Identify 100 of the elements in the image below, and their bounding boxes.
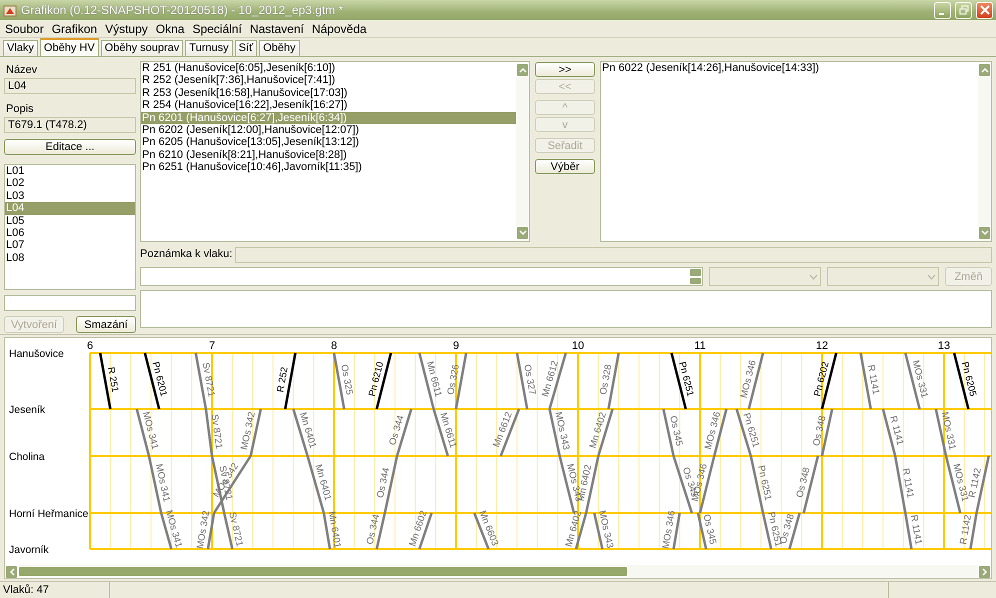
minimize-button[interactable] bbox=[934, 2, 951, 18]
list-item[interactable]: L08 bbox=[5, 252, 135, 264]
tab[interactable]: Síť bbox=[234, 40, 258, 56]
scroll-left-button[interactable] bbox=[5, 564, 18, 578]
input-field[interactable] bbox=[4, 295, 136, 311]
scroll-right-button[interactable] bbox=[978, 564, 991, 578]
list-item[interactable]: Pn 6022 (Jeseník[14:26],Hanušovice[14:33]) bbox=[601, 62, 978, 74]
menu-item[interactable]: Nápověda bbox=[308, 20, 371, 38]
train-label: Mn 6401 bbox=[312, 463, 334, 502]
app-icon bbox=[3, 3, 17, 17]
hour-label: 7 bbox=[208, 340, 216, 352]
hour-label: 10 bbox=[572, 340, 584, 352]
name-field[interactable]: L04 bbox=[4, 78, 136, 94]
train-label: Os 327 bbox=[521, 364, 538, 396]
train-label: R 1141 bbox=[887, 414, 906, 446]
train-label: R 1141 bbox=[865, 364, 882, 396]
list-button[interactable]: Výběr bbox=[535, 159, 595, 174]
train-note-field[interactable] bbox=[235, 246, 992, 262]
menu-item[interactable]: Okna bbox=[152, 20, 188, 38]
train-label: MOs 343 bbox=[596, 509, 616, 550]
dropdown[interactable] bbox=[827, 267, 939, 286]
train-label: R 251 bbox=[104, 366, 120, 394]
scroll-up-button[interactable] bbox=[516, 63, 529, 77]
train-label: MOs 346 bbox=[702, 410, 724, 451]
train-label: MOs 342 bbox=[194, 510, 212, 550]
train-label: MOs 331 bbox=[910, 359, 930, 400]
train-label: Os 328 bbox=[598, 364, 614, 396]
train-label: R 252 bbox=[275, 366, 291, 394]
station-label: Hanušovice bbox=[9, 348, 64, 360]
scroll-up-button[interactable] bbox=[978, 63, 991, 77]
train-label: Mn 6611 bbox=[437, 411, 458, 450]
menu-item[interactable]: Nastavení bbox=[246, 20, 308, 38]
list-item[interactable]: R 254 (Hanušovice[16:22],Jeseník[16:27]) bbox=[141, 99, 516, 112]
circulation-list[interactable]: L01 L02 L03 L04 L05 L06 L07 L08 bbox=[4, 164, 136, 290]
field-label: Popis bbox=[6, 103, 35, 116]
train-note-label: Poznámka k vlaku: bbox=[140, 247, 232, 262]
description-field[interactable]: T679.1 (T478.2) bbox=[4, 117, 136, 133]
window-title: Grafikon (0.12-SNAPSHOT-20120518) - 10_2012_ep3.gtm * bbox=[21, 2, 344, 19]
caret-icon bbox=[927, 274, 936, 280]
assigned-train-list[interactable]: Pn 6022 (Jeseník[14:26],Hanušovice[14:33]) bbox=[600, 61, 992, 242]
close-button[interactable] bbox=[976, 2, 993, 18]
tab[interactable]: Oběhy bbox=[259, 40, 300, 56]
station-label: Jeseník bbox=[9, 404, 46, 416]
tab[interactable]: Turnusy bbox=[185, 40, 233, 56]
train-label: Pn 6251 bbox=[755, 464, 774, 502]
train-label: Mn 6602 bbox=[407, 509, 430, 548]
train-label: Os 345 bbox=[667, 414, 684, 448]
list-item[interactable]: R 252 (Jeseník[7:36],Hanušovice[7:41]) bbox=[141, 74, 516, 87]
train-label: R 1141 bbox=[900, 467, 916, 499]
edit-button[interactable]: Editace ... bbox=[4, 139, 136, 155]
list-item[interactable]: Pn 6251 (Hanušovice[10:46],Javorník[11:35]) bbox=[141, 161, 516, 174]
tab[interactable]: Oběhy HV bbox=[40, 38, 99, 56]
list-item[interactable]: L02 bbox=[5, 177, 135, 190]
available-train-list[interactable] bbox=[140, 61, 530, 242]
train-label: Mn 6401 bbox=[326, 510, 343, 549]
train-label: Os 344 bbox=[364, 513, 382, 546]
list-item[interactable]: L05 bbox=[5, 214, 135, 227]
menu-item[interactable]: Speciální bbox=[188, 20, 246, 38]
status-text: Vlaků: 47 bbox=[0, 582, 110, 598]
list-item[interactable]: R 251 (Hanušovice[6:05],Jeseník[6:10]) bbox=[141, 62, 516, 74]
train-label: MOs 341 bbox=[153, 462, 172, 503]
list-item[interactable]: Pn 6210 (Jeseník[8:21],Hanušovice[8:28]) bbox=[141, 148, 516, 162]
tab[interactable]: Oběhy souprav bbox=[100, 40, 184, 56]
delete-button[interactable]: Smazání bbox=[76, 316, 136, 333]
train-label: Mn 6612 bbox=[491, 410, 515, 449]
hour-label: 11 bbox=[694, 340, 706, 352]
scroll-down-button[interactable] bbox=[978, 226, 991, 240]
list-item[interactable]: L01 bbox=[5, 165, 135, 178]
text-area[interactable] bbox=[140, 290, 992, 328]
dropdown[interactable] bbox=[709, 267, 821, 286]
spin-down-button[interactable] bbox=[689, 276, 702, 285]
train-label: Mn 6401 bbox=[297, 411, 318, 450]
list-item[interactable]: L03 bbox=[5, 190, 135, 202]
caret-icon bbox=[809, 274, 818, 280]
train-label: Mn 6402 bbox=[588, 411, 609, 450]
list-item[interactable]: Pn 6205 (Hanušovice[13:05],Jeseník[13:12]) bbox=[141, 136, 516, 149]
list-item[interactable]: L06 bbox=[5, 226, 135, 240]
menu-item[interactable]: Výstupy bbox=[101, 20, 152, 38]
list-item[interactable]: R 253 (Jeseník[16:58],Hanušovice[17:03]) bbox=[141, 86, 516, 100]
train-label: Pn 6202 bbox=[812, 360, 832, 398]
train-label: MOs 346 bbox=[738, 359, 759, 400]
menu-item[interactable]: Grafikon bbox=[48, 20, 102, 38]
spin-up-button[interactable] bbox=[689, 268, 702, 276]
scroll-down-button[interactable] bbox=[516, 226, 529, 240]
train-label: Os 326 bbox=[446, 364, 462, 396]
train-label: Pn 6210 bbox=[366, 360, 386, 398]
list-button[interactable]: >> bbox=[535, 62, 595, 77]
list-item[interactable]: L07 bbox=[5, 239, 135, 252]
menu-item[interactable]: Soubor bbox=[1, 20, 48, 38]
restore-button[interactable] bbox=[955, 2, 972, 18]
train-label: Pn 6205 bbox=[958, 360, 978, 398]
train-label: Mn 6402 bbox=[564, 510, 584, 548]
list-item[interactable]: Pn 6202 (Jeseník[12:00],Hanušovice[12:07]) bbox=[141, 124, 516, 136]
field-label: Název bbox=[6, 64, 38, 77]
tab[interactable]: Vlaky bbox=[3, 40, 38, 56]
train-label: MOs 341 bbox=[162, 508, 184, 549]
train-label: Os 344 bbox=[375, 466, 392, 500]
scrollbar-thumb[interactable] bbox=[18, 566, 628, 577]
spinner-field[interactable] bbox=[140, 267, 703, 286]
train-label: Pn 6251 bbox=[676, 360, 696, 398]
